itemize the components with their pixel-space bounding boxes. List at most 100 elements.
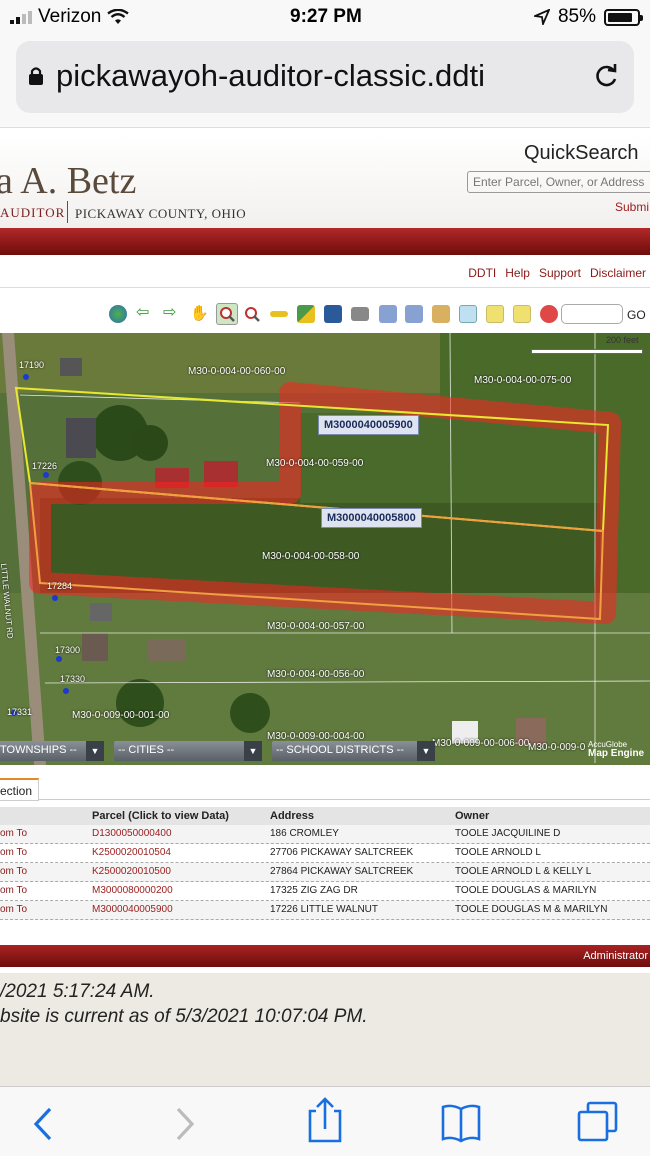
parcel-link[interactable]: M3000040005900 xyxy=(92,904,173,915)
chevron-down-icon: ▼ xyxy=(417,741,435,761)
back-arrow-icon[interactable]: ⇦ xyxy=(136,305,154,323)
results-table: Parcel (Click to view Data) Address Owne… xyxy=(0,807,650,920)
parcel-link[interactable]: K2500020010504 xyxy=(92,847,171,858)
zoom-to-link[interactable]: om To xyxy=(0,904,27,915)
address-point-label: 17330 xyxy=(60,674,86,684)
tab-selection[interactable]: ection xyxy=(0,778,40,801)
cities-dropdown[interactable]: -- CITIES -- ▼ xyxy=(114,741,262,761)
note-icon[interactable] xyxy=(486,305,504,323)
battery-icon xyxy=(604,8,643,26)
signal-icon xyxy=(10,10,32,24)
owner-cell: TOOLE DOUGLAS M & MARILYN xyxy=(455,904,608,915)
print-icon[interactable] xyxy=(351,307,369,321)
go-button[interactable]: GO xyxy=(627,308,646,322)
speech-bubble-icon[interactable] xyxy=(459,305,477,323)
back-icon[interactable] xyxy=(33,1107,52,1141)
link-ddti[interactable]: DDTI xyxy=(468,266,496,280)
scale-label: 200 feet xyxy=(606,335,639,345)
parcel-link[interactable]: K2500020010500 xyxy=(92,866,171,877)
auditor-name: a A. Betz xyxy=(0,160,137,202)
owner-cell: TOOLE JACQUILINE D xyxy=(455,828,561,839)
parcel-map[interactable]: 200 feet M30-0-004-00-060-00 M30-0-004-0… xyxy=(0,333,650,765)
reload-icon[interactable] xyxy=(592,61,620,91)
submit-link[interactable]: Submi xyxy=(615,200,649,214)
select-icon[interactable] xyxy=(379,305,397,323)
bookmarks-icon[interactable] xyxy=(441,1104,481,1143)
map-search-input[interactable] xyxy=(561,304,623,324)
parcel-link[interactable]: M3000080000200 xyxy=(92,885,173,896)
identify-icon[interactable] xyxy=(432,305,450,323)
zoom-to-link[interactable]: om To xyxy=(0,885,27,896)
header-banner xyxy=(0,228,650,255)
table-row: om To D1300050000400 186 CROMLEY TOOLE J… xyxy=(0,825,650,844)
address-cell: 17226 LITTLE WALNUT xyxy=(270,904,379,915)
link-support[interactable]: Support xyxy=(539,266,581,280)
chevron-down-icon: ▼ xyxy=(86,741,104,761)
school-districts-dropdown-label: -- SCHOOL DISTRICTS -- xyxy=(276,744,404,756)
administrator-link[interactable]: Administrator xyxy=(583,950,648,962)
browser-toolbar: pickawayoh-auditor-classic.ddti xyxy=(0,34,650,128)
forward-icon[interactable] xyxy=(176,1107,195,1141)
link-help[interactable]: Help xyxy=(505,266,530,280)
address-point-label: 17300 xyxy=(55,645,81,655)
zoom-to-link[interactable]: om To xyxy=(0,866,27,877)
url-text: pickawayoh-auditor-classic.ddti xyxy=(56,58,486,93)
top-links: DDTI Help Support Disclaimer xyxy=(0,255,650,288)
table-row: om To M3000080000200 17325 ZIG ZAG DR TO… xyxy=(0,882,650,901)
carrier-info: Verizon xyxy=(10,6,130,28)
header-divider xyxy=(67,201,68,223)
parcel-callout[interactable]: M3000040005900 xyxy=(318,415,419,435)
zoom-to-link[interactable]: om To xyxy=(0,847,27,858)
address-point-label: 17331 xyxy=(7,707,33,717)
admin-bar: Administrator xyxy=(0,945,650,967)
column-header: Owner xyxy=(455,810,490,822)
forward-arrow-icon[interactable]: ⇨ xyxy=(163,305,181,323)
scale-bar xyxy=(531,349,643,354)
zoom-out-icon[interactable] xyxy=(243,305,261,323)
address-bar[interactable]: pickawayoh-auditor-classic.ddti xyxy=(16,41,634,113)
parcel-link[interactable]: D1300050000400 xyxy=(92,828,172,839)
tabs-icon[interactable] xyxy=(577,1101,618,1142)
county-label: PICKAWAY COUNTY, OHIO xyxy=(75,206,247,221)
address-cell: 186 CROMLEY xyxy=(270,828,339,839)
parcel-label: M30-0-009-0 xyxy=(528,742,586,753)
zoom-to-link[interactable]: om To xyxy=(0,828,27,839)
footer-data-currency: bsite is current as of 5/3/2021 10:07:04… xyxy=(0,1006,368,1027)
quicksearch-input[interactable]: Enter Parcel, Owner, or Address xyxy=(467,171,650,193)
measure-icon[interactable] xyxy=(270,311,288,317)
parcel-callout[interactable]: M3000040005800 xyxy=(321,508,422,528)
save-icon[interactable] xyxy=(324,305,342,323)
note-delete-icon[interactable] xyxy=(513,305,531,323)
address-point-label: 17190 xyxy=(19,360,45,370)
address-cell: 27864 PICKAWAY SALTCREEK xyxy=(270,866,414,877)
address-cell: 27706 PICKAWAY SALTCREEK xyxy=(270,847,414,858)
clock: 9:27 PM xyxy=(290,6,362,27)
status-bar: Verizon 9:27 PM 85% xyxy=(0,0,650,34)
school-districts-dropdown[interactable]: -- SCHOOL DISTRICTS -- ▼ xyxy=(272,741,435,761)
share-icon[interactable] xyxy=(308,1097,342,1143)
area-measure-icon[interactable] xyxy=(297,305,315,323)
select-polygon-icon[interactable] xyxy=(405,305,423,323)
carrier-name: Verizon xyxy=(38,6,102,27)
column-header: Parcel (Click to view Data) xyxy=(92,810,229,822)
zoom-in-icon[interactable] xyxy=(216,303,238,325)
globe-icon[interactable] xyxy=(109,305,127,323)
location-arrow-icon xyxy=(533,9,550,25)
pan-hand-icon[interactable]: ✋ xyxy=(190,305,209,323)
clear-icon[interactable] xyxy=(540,305,558,323)
column-header: Address xyxy=(270,810,315,822)
browser-bottom-bar xyxy=(0,1086,650,1156)
townships-dropdown[interactable]: TOWNSHIPS -- ▼ xyxy=(0,741,104,761)
map-imagery xyxy=(0,333,650,765)
owner-cell: TOOLE ARNOLD L xyxy=(455,847,541,858)
results-tabs: ection xyxy=(0,776,650,801)
link-disclaimer[interactable]: Disclaimer xyxy=(590,266,646,280)
owner-cell: TOOLE ARNOLD L & KELLY L xyxy=(455,866,592,877)
table-row: om To K2500020010504 27706 PICKAWAY SALT… xyxy=(0,844,650,863)
parcel-label: M30-0-004-00-058-00 xyxy=(262,551,360,562)
parcel-label: M30-0-004-00-056-00 xyxy=(267,669,365,680)
address-cell: 17325 ZIG ZAG DR xyxy=(270,885,358,896)
footer-timestamp: /2021 5:17:24 AM. xyxy=(0,981,155,1002)
quicksearch-title: QuickSearch xyxy=(524,142,639,164)
parcel-label: M30-0-009-00-006-00 xyxy=(432,738,530,749)
